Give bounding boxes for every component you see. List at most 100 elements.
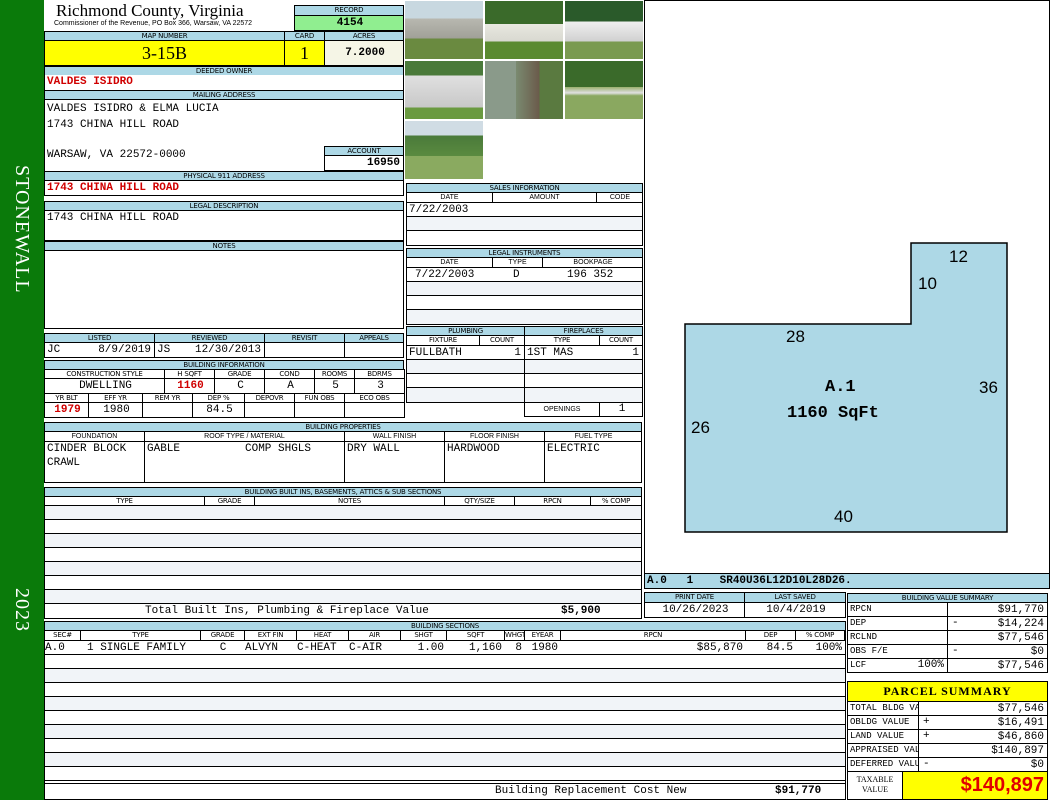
- col-header: CODE: [609, 194, 631, 201]
- record-number: 4154: [294, 15, 404, 31]
- col-header: TYPE: [45, 497, 205, 506]
- section-row: A.0 1 SINGLE FAMILY C ALVYN C-HEAT C-AIR 1.00 1…: [45, 641, 845, 655]
- print-date: 10/26/2023: [644, 602, 745, 618]
- building-info-value: 84.5: [192, 402, 245, 418]
- area-label: A.1: [825, 378, 856, 397]
- listed-date: 8/9/2019: [98, 344, 151, 356]
- col-header: FUEL TYPE: [574, 433, 613, 440]
- summary-value: $0: [918, 757, 1048, 772]
- area-sqft: 1160 SqFt: [787, 404, 879, 423]
- fireplace-count: 1: [632, 347, 639, 359]
- property-photo[interactable]: [404, 60, 484, 120]
- summary-sign: [921, 701, 923, 716]
- instrument-date: 7/22/2003: [415, 269, 475, 281]
- tax-year: 2023: [11, 588, 33, 632]
- appeals-cell: [344, 342, 404, 358]
- built-ins-row: [45, 562, 641, 576]
- col-header: RPCN: [514, 497, 591, 506]
- replacement-cost-label: Building Replacement Cost New: [495, 785, 687, 797]
- fireplaces-table: 1ST MAS 1: [524, 345, 643, 403]
- summary-label: RCLND: [847, 630, 948, 645]
- reviewed-cell: JS 12/30/2013: [154, 342, 265, 358]
- summary-label: APPRAISED VALUE: [847, 743, 919, 758]
- account-number: 16950: [324, 155, 404, 171]
- property-photo[interactable]: [484, 60, 564, 120]
- summary-label: RPCN: [847, 602, 948, 617]
- dim-label: 28: [786, 327, 805, 346]
- section-row: [45, 669, 845, 683]
- section-cell: 1980: [531, 642, 558, 654]
- summary-sign: -: [952, 617, 959, 629]
- col-header: GRADE: [200, 631, 245, 641]
- reviewed-date: 12/30/2013: [194, 344, 261, 356]
- col-header: WHGT: [504, 631, 525, 641]
- instrument-type: D: [513, 269, 520, 281]
- legal-description: 1743 CHINA HILL ROAD: [44, 210, 404, 241]
- col-header: NOTES: [254, 497, 445, 506]
- summary-sign: [950, 602, 952, 617]
- section-cell: 8: [515, 642, 522, 654]
- section-cell: 1.00: [417, 642, 444, 654]
- col-header: WALL FINISH: [345, 432, 445, 441]
- building-info-value: DWELLING: [44, 378, 165, 394]
- property-photo[interactable]: [564, 60, 644, 120]
- property-photo[interactable]: [404, 0, 484, 60]
- col-header: EYEAR: [524, 631, 561, 641]
- instrument-bookpage: 196 352: [567, 269, 614, 281]
- building-info-value: 1980: [88, 402, 143, 418]
- map-number: 3-15B: [44, 40, 285, 66]
- section-row: [45, 753, 845, 767]
- building-sketch[interactable]: 12 10 28 36 26 40 A.1 1160 SqFt: [644, 0, 1050, 574]
- col-header: DATE: [407, 258, 493, 267]
- roof-material: COMP SHGLS: [245, 443, 312, 455]
- sidebar: STONEWALL 2023: [0, 0, 44, 800]
- revisit-cell: [264, 342, 345, 358]
- wall-finish: DRY WALL: [345, 442, 445, 482]
- building-info-value: A: [264, 378, 315, 394]
- col-header: TYPE: [493, 258, 543, 267]
- col-header: % COMP: [590, 497, 641, 506]
- building-info-value: 5: [314, 378, 355, 394]
- parcel-summary: TOTAL BLDG VALUE$77,546OBLDG VALUE$16,49…: [847, 701, 1048, 772]
- district-label: STONEWALL: [11, 165, 33, 294]
- summary-value: $0: [947, 644, 1048, 659]
- summary-label: LAND VALUE: [847, 729, 919, 744]
- fixture: FULLBATH: [409, 347, 462, 359]
- sketch-drawing: [684, 242, 1008, 533]
- property-photo[interactable]: [484, 0, 564, 60]
- col-header: QTY/SIZE: [444, 497, 515, 506]
- property-photo[interactable]: [564, 0, 644, 60]
- summary-value: $77,546: [918, 701, 1048, 716]
- listed-by: JC: [47, 344, 61, 356]
- built-ins-total-row: Total Built Ins, Plumbing & Fireplace Va…: [44, 603, 642, 619]
- summary-value: $14,224: [947, 616, 1048, 631]
- fireplace-type: 1ST MAS: [527, 347, 574, 359]
- col-header: SHGT: [400, 631, 447, 641]
- roof-type: GABLE: [147, 443, 181, 455]
- col-header: ROOF TYPE / MATERIAL: [145, 432, 345, 441]
- built-ins-row: [45, 520, 641, 534]
- property-photo[interactable]: [404, 120, 484, 180]
- built-ins-row: [45, 534, 641, 548]
- replacement-cost: $91,770: [775, 785, 822, 797]
- taxable-value: $140,897: [902, 771, 1048, 800]
- instruments-table: DATE TYPE BOOKPAGE 7/22/2003 D 196 352: [406, 257, 643, 325]
- summary-label: OBS F/E: [847, 644, 948, 659]
- col-header: GRADE: [204, 497, 255, 506]
- building-info-value: 1979: [44, 402, 89, 418]
- replacement-cost-row: Building Replacement Cost New $91,770: [44, 783, 846, 800]
- parcel-summary-label: PARCEL SUMMARY: [847, 681, 1048, 702]
- summary-sign: -: [923, 758, 930, 770]
- section-cell: 100%: [815, 642, 842, 654]
- fuel-type: ELECTRIC: [547, 443, 600, 455]
- acres-value: 7.2000: [324, 40, 404, 66]
- building-value-summary: RPCN $91,770 DEP $14,224- RCLND $77,546 OBS F/…: [847, 602, 1048, 674]
- last-saved: 10/4/2019: [744, 602, 846, 618]
- summary-label: LCF 100%: [847, 658, 948, 673]
- section-row: [45, 767, 845, 781]
- col-header: HEAT: [296, 631, 349, 641]
- built-ins-table: TYPE GRADE NOTES QTY/SIZE RPCN% COMP: [44, 496, 642, 604]
- col-header: DEP: [745, 631, 796, 641]
- summary-label: DEP: [847, 616, 948, 631]
- fireplace-row: 1ST MAS 1: [525, 346, 642, 360]
